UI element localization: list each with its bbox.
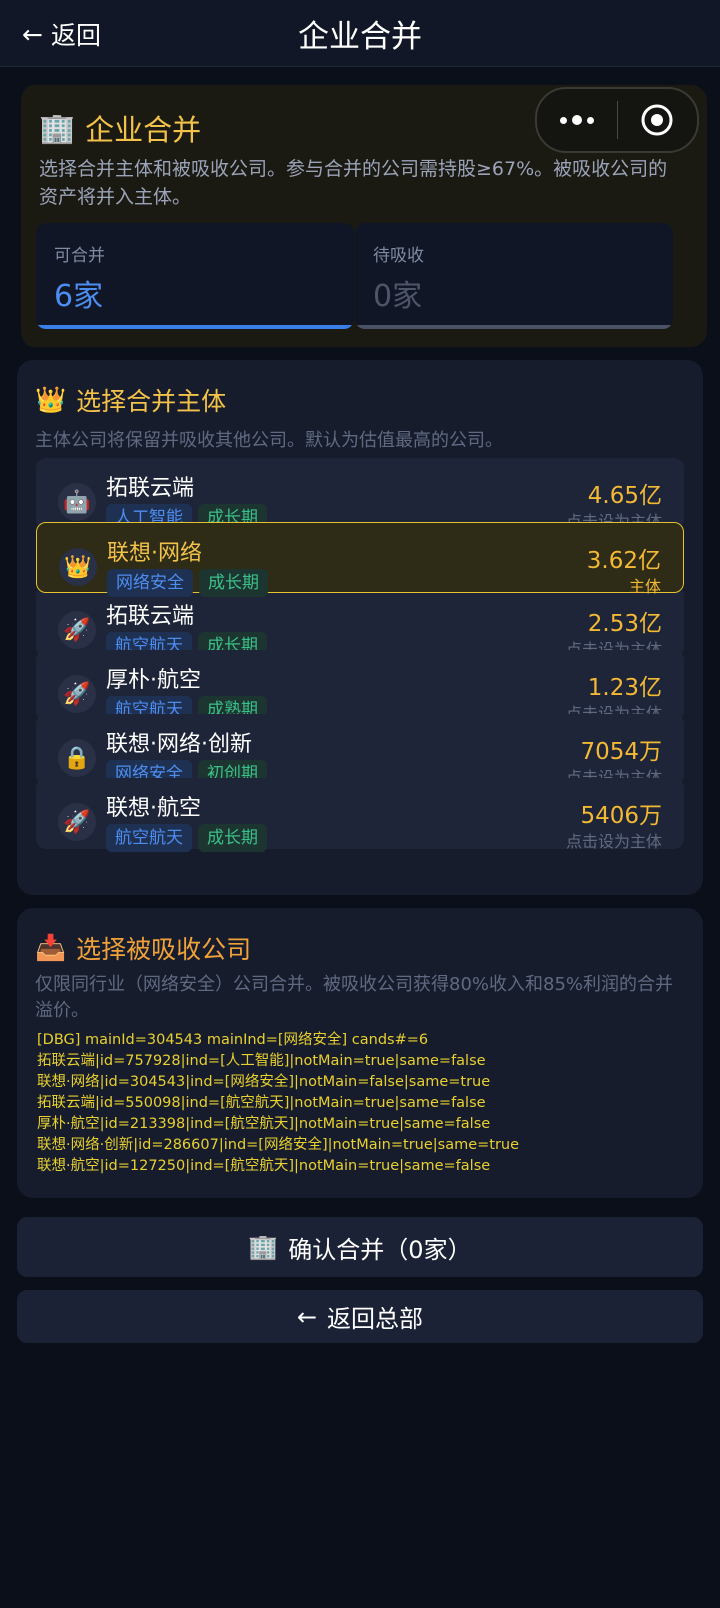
inbox-tray-icon: 📥 — [35, 933, 67, 962]
company-row[interactable]: 👑 联想·网络网络安全 成长期 3.62亿 主体 — [36, 522, 684, 597]
stat-pending: 待吸收 0家 — [355, 223, 673, 329]
company-valuation: 1.23亿 — [587, 675, 662, 701]
header-title: 🏢 企业合并 — [39, 107, 201, 149]
debug-line: [DBG] mainId=304543 mainInd=[网络安全] cands… — [37, 1032, 429, 1048]
section-description: 主体公司将保留并吸收其他公司。默认为估值最高的公司。 — [35, 430, 503, 451]
back-to-hq-button[interactable]: ← 返回总部 — [17, 1290, 703, 1343]
industry-tag: 航空航天 — [106, 824, 192, 852]
company-name: 拓联云端 — [106, 476, 195, 501]
company-name: 厚朴·航空 — [106, 668, 201, 693]
company-valuation: 3.62亿 — [586, 548, 661, 574]
stat-value: 0家 — [373, 279, 423, 314]
building-icon: 🏢 — [39, 110, 76, 145]
stat-label: 可合并 — [54, 246, 105, 266]
company-row[interactable]: 🔒联想·网络·创新网络安全初创期7054万点击设为主体 — [36, 714, 684, 788]
building-icon: 🏢 — [248, 1233, 279, 1261]
debug-line: 拓联云端|id=757928|ind=[人工智能]|notMain=true|s… — [37, 1053, 486, 1069]
company-row[interactable]: 🚀厚朴·航空航空航天成熟期1.23亿点击设为主体 — [36, 650, 684, 724]
debug-line: 联想·航空|id=127250|ind=[航空航天]|notMain=true|… — [37, 1158, 491, 1174]
company-name: 拓联云端 — [106, 604, 195, 629]
back-link[interactable]: ← 返回 — [22, 16, 101, 52]
company-valuation: 5406万 — [580, 803, 662, 829]
stat-value: 6家 — [54, 279, 104, 314]
company-valuation: 4.65亿 — [587, 483, 662, 509]
crown-icon: 👑 — [59, 548, 97, 586]
company-valuation: 7054万 — [580, 739, 662, 765]
set-main-action[interactable]: 主体 — [629, 573, 661, 597]
header-title-text: 企业合并 — [85, 113, 202, 147]
section-description: 仅限同行业（网络安全）公司合并。被吸收公司获得80%收入和85%利润的合并溢价。 — [35, 974, 674, 1021]
header-description: 选择合并主体和被吸收公司。参与合并的公司需持股≥67%。被吸收公司的资产将并入主… — [39, 158, 668, 208]
top-bar: ← 返回 企业合并 — [0, 0, 720, 67]
rocket-icon: 🚀 — [58, 675, 96, 713]
rocket-icon: 🚀 — [58, 611, 96, 649]
company-name: 联想·航空 — [106, 796, 201, 821]
select-absorb-card: 📥 选择被吸收公司 仅限同行业（网络安全）公司合并。被吸收公司获得80%收入和8… — [17, 908, 703, 1198]
company-row[interactable]: 🤖拓联云端人工智能成长期4.65亿点击设为主体 — [36, 458, 684, 532]
stage-tag: 成长期 — [198, 824, 267, 852]
stat-label: 待吸收 — [373, 246, 424, 266]
stat-bar — [36, 325, 354, 329]
debug-line: 联想·网络|id=304543|ind=[网络安全]|notMain=false… — [37, 1074, 491, 1090]
company-valuation: 2.53亿 — [587, 611, 662, 637]
more-icon[interactable] — [537, 115, 617, 125]
robot-icon: 🤖 — [58, 483, 96, 521]
set-main-action[interactable]: 点击设为主体 — [566, 828, 662, 852]
company-list: 🤖拓联云端人工智能成长期4.65亿点击设为主体👑联想·网络网络安全成长期3.62… — [36, 458, 684, 852]
arrow-left-icon: ← — [296, 1302, 318, 1331]
company-name: 联想·网络·创新 — [106, 732, 252, 757]
merger-header-card: 🏢 企业合并 选择合并主体和被吸收公司。参与合并的公司需持股≥67%。被吸收公司… — [17, 85, 707, 347]
select-main-card: 👑 选择合并主体 主体公司将保留并吸收其他公司。默认为估值最高的公司。 🤖 拓联云… — [17, 360, 703, 895]
confirm-merge-button[interactable]: 🏢 确认合并（0家） — [17, 1217, 703, 1277]
arrow-left-icon: ← — [22, 19, 43, 49]
debug-line: 联想·网络·创新|id=286607|ind=[网络安全]|notMain=tr… — [37, 1137, 520, 1153]
stat-mergeable: 可合并 6家 — [36, 223, 354, 329]
page-title: 企业合并 — [298, 18, 422, 55]
company-row[interactable]: 🚀 联想·航空航空航天 成长期 5406万 点击设为主体 — [36, 778, 684, 852]
industry-tag: 网络安全 — [107, 569, 193, 597]
debug-line: 拓联云端|id=550098|ind=[航空航天]|notMain=true|s… — [37, 1095, 486, 1111]
debug-line: 厚朴·航空|id=213398|ind=[航空航天]|notMain=true|… — [37, 1116, 491, 1132]
stat-bar — [355, 325, 673, 329]
debug-log: [DBG] mainId=304543 mainInd=[网络安全] cands… — [37, 1030, 519, 1177]
company-name: 联想·网络 — [107, 541, 202, 566]
lock-icon: 🔒 — [58, 739, 96, 777]
close-target-icon[interactable] — [618, 103, 696, 137]
section-title: 👑 选择合并主体 — [35, 385, 227, 416]
back-label: 返回 — [50, 21, 101, 50]
rocket-icon: 🚀 — [58, 803, 96, 841]
stage-tag: 成长期 — [199, 569, 268, 597]
crown-icon: 👑 — [35, 385, 67, 414]
miniprogram-capsule — [535, 87, 699, 153]
section-title: 📥 选择被吸收公司 — [35, 933, 252, 964]
